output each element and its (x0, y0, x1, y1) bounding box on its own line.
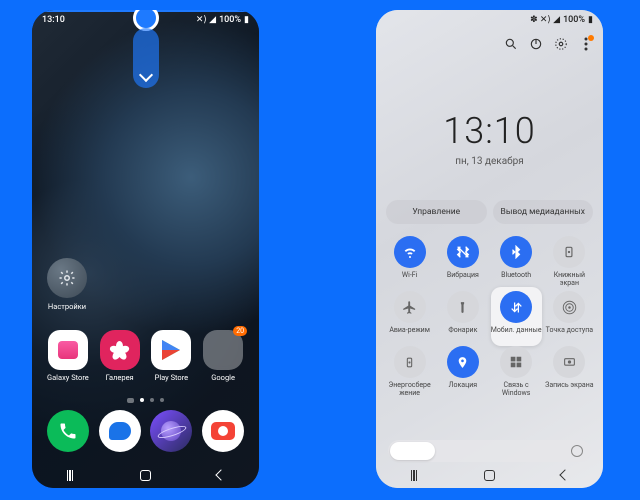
nav-home-button[interactable] (137, 468, 153, 482)
tile-label: Книжный экран (544, 271, 595, 287)
hotspot-icon (553, 291, 585, 323)
search-icon[interactable] (503, 36, 518, 51)
status-indicators: ✕⟩ ◢100%▮ (196, 15, 249, 25)
app-gallery[interactable]: Галерея (97, 330, 143, 382)
google-folder-icon: 20 (203, 330, 243, 370)
tile-location[interactable]: Локация (437, 346, 488, 397)
panel-time: 13:10 (376, 110, 603, 152)
media-output-button[interactable]: Вывод медиаданных (493, 200, 594, 224)
nav-recent-button[interactable] (406, 468, 422, 482)
app-settings[interactable]: Настройки (46, 258, 88, 311)
notification-dot (588, 35, 594, 41)
tile-book-screen[interactable]: Книжный экран (544, 236, 595, 287)
status-time: 13:10 (42, 15, 65, 25)
gear-icon (47, 258, 87, 298)
tile-label: Авиа-режим (389, 326, 430, 342)
panel-pills: Управление Вывод медиаданных (386, 200, 593, 224)
tile-label: Wi-Fi (402, 271, 417, 287)
panel-top-actions (503, 36, 593, 51)
vibration-icon (447, 236, 479, 268)
brightness-icon (571, 445, 583, 457)
notification-badge: 20 (233, 326, 247, 336)
tile-label: Мобил. данные (491, 326, 542, 342)
tile-label: Вибрация (447, 271, 479, 287)
page-dot (160, 398, 164, 402)
panel-date: пн, 13 декабря (376, 156, 603, 167)
settings-icon[interactable] (553, 36, 568, 51)
app-internet[interactable] (148, 410, 194, 455)
phone-icon (47, 410, 89, 452)
play-store-icon (151, 330, 191, 370)
page-dot (150, 398, 154, 402)
page-dot (140, 398, 144, 402)
power-icon[interactable] (528, 36, 543, 51)
messages-icon (99, 410, 141, 452)
bluetooth-icon (500, 236, 532, 268)
tile-windows-link[interactable]: Связь с Windows (491, 346, 542, 397)
internet-icon (150, 410, 192, 452)
tile-label: Bluetooth (501, 271, 531, 287)
location-icon (447, 346, 479, 378)
tile-wifi[interactable]: Wi-Fi (384, 236, 435, 287)
app-phone[interactable] (45, 410, 91, 455)
camera-icon (202, 410, 244, 452)
tile-hotspot[interactable]: Точка доступа (544, 291, 595, 342)
flashlight-icon (447, 291, 479, 323)
tile-label: Локация (449, 381, 478, 397)
tile-bluetooth[interactable]: Bluetooth (491, 236, 542, 287)
phone-quick-panel: ✽ ✕⟩ ◢100%▮ 13:10 пн, 13 декабря Управле… (376, 10, 603, 488)
app-play-store[interactable]: Play Store (148, 330, 194, 382)
chevron-down-icon (138, 68, 152, 82)
app-galaxy-store[interactable]: Galaxy Store (45, 330, 91, 382)
panel-clock: 13:10 пн, 13 декабря (376, 110, 603, 167)
app-label: Galaxy Store (45, 373, 91, 382)
tile-mobile-data[interactable]: Мобил. данные (491, 287, 542, 346)
wifi-icon (394, 236, 426, 268)
app-row: Galaxy Store Галерея Play Store 20 Googl… (32, 330, 259, 382)
app-label: Настройки (46, 302, 88, 311)
nav-bar (376, 462, 603, 488)
record-icon (553, 346, 585, 378)
app-camera[interactable] (200, 410, 246, 455)
home-page-dot (127, 398, 134, 403)
tile-airplane[interactable]: Авиа-режим (384, 291, 435, 342)
nav-recent-button[interactable] (62, 468, 78, 482)
app-label: Play Store (148, 373, 194, 382)
app-label: Галерея (97, 373, 143, 382)
more-icon[interactable] (578, 36, 593, 51)
tile-vibration[interactable]: Вибрация (437, 236, 488, 287)
airplane-icon (394, 291, 426, 323)
status-bar: ✽ ✕⟩ ◢100%▮ (376, 10, 603, 30)
tile-label: Энергосбере жение (384, 381, 435, 397)
galaxy-store-icon (48, 330, 88, 370)
mobile-data-icon (500, 291, 532, 323)
quick-tiles-grid: Wi-Fi Вибрация Bluetooth Книжный экран А… (384, 236, 595, 397)
dock (32, 410, 259, 455)
windows-icon (500, 346, 532, 378)
tile-label: Точка доступа (546, 326, 593, 342)
nav-bar (32, 462, 259, 488)
phone-home-screen: 13:10 ✕⟩ ◢100%▮ Настройки Galaxy Store Г… (32, 10, 259, 488)
tile-label: Связь с Windows (491, 381, 542, 397)
tile-label: Фонарик (448, 326, 477, 342)
swipe-down-handle[interactable] (133, 28, 159, 88)
rotate-lock-icon (553, 236, 585, 268)
folder-google[interactable]: 20 Google (200, 330, 246, 382)
tile-label: Запись экрана (545, 381, 593, 397)
status-indicators: ✽ ✕⟩ ◢100%▮ (530, 15, 593, 25)
nav-back-button[interactable] (213, 468, 229, 482)
tile-screen-record[interactable]: Запись экрана (544, 346, 595, 397)
brightness-slider[interactable] (388, 440, 591, 462)
app-label: Google (200, 373, 246, 382)
app-messages[interactable] (97, 410, 143, 455)
power-save-icon (394, 346, 426, 378)
page-indicator[interactable] (32, 398, 259, 403)
tile-power-saving[interactable]: Энергосбере жение (384, 346, 435, 397)
nav-home-button[interactable] (481, 468, 497, 482)
tile-flashlight[interactable]: Фонарик (437, 291, 488, 342)
devices-control-button[interactable]: Управление (386, 200, 487, 224)
gallery-icon (100, 330, 140, 370)
nav-back-button[interactable] (557, 468, 573, 482)
